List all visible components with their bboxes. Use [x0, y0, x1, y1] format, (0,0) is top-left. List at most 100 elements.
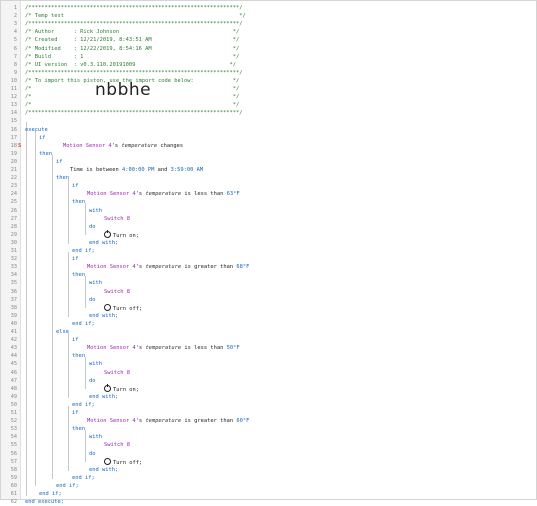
then-line[interactable]: then: [72, 352, 85, 360]
end-with-line[interactable]: end with;: [89, 466, 118, 474]
do-line[interactable]: do: [89, 450, 96, 458]
do-line[interactable]: do: [89, 296, 96, 304]
code-row: 30 end with;: [1, 239, 536, 247]
code-row: 51 if: [1, 409, 536, 417]
code-row: 27 Switch 8: [1, 215, 536, 223]
time-and: and: [157, 167, 168, 173]
if-line[interactable]: if: [39, 134, 46, 142]
line-number: 42: [10, 337, 17, 344]
condition-line[interactable]: Motion Sensor 4's temperature is greater…: [87, 263, 249, 271]
condition-operator: is greater than: [184, 418, 234, 425]
line-number: 4: [13, 29, 17, 36]
code-row: 7 /* Build : 1 */: [1, 53, 536, 61]
header-border-line: /***************************************…: [25, 4, 242, 12]
with-line[interactable]: with: [89, 207, 102, 215]
with-line[interactable]: with: [89, 279, 102, 287]
power-icon: [104, 230, 111, 238]
with-line[interactable]: with: [89, 433, 102, 441]
code-row: 35 with: [1, 279, 536, 287]
header-border: /***************************************…: [25, 69, 243, 76]
then-line[interactable]: then: [72, 425, 85, 433]
line-number: 58: [10, 466, 17, 473]
device-line[interactable]: Switch 8: [104, 369, 130, 377]
with-line[interactable]: with: [89, 360, 102, 368]
with-keyword: with: [89, 280, 102, 287]
trigger-device: Motion Sensor 4: [63, 142, 112, 149]
line-number: 26: [10, 207, 17, 214]
end-with-keyword: end with;: [89, 466, 119, 473]
condition-line[interactable]: Motion Sensor 4's temperature is less th…: [87, 344, 240, 352]
if-line[interactable]: if: [56, 158, 63, 166]
header-title-line: /* Temp test */: [25, 12, 246, 20]
if-line[interactable]: if: [72, 182, 79, 190]
code-row: 15: [1, 117, 536, 125]
code-row: 31 end if;: [1, 247, 536, 255]
line-number: 35: [10, 280, 17, 287]
do-line[interactable]: do: [89, 223, 96, 231]
code-row: 12/* */: [1, 93, 536, 101]
if-line[interactable]: if: [72, 255, 79, 263]
time-condition-line[interactable]: Time is between 4:00:00 PM and 3:59:00 A…: [70, 166, 203, 174]
do-keyword: do: [89, 377, 96, 384]
condition-attribute: temperature: [145, 418, 182, 425]
code-row: 50 end if;: [1, 401, 536, 409]
condition-line[interactable]: Motion Sensor 4's temperature is greater…: [87, 417, 249, 425]
end-if-line[interactable]: end if;: [56, 482, 79, 490]
line-number: 19: [10, 150, 17, 157]
line-number: 54: [10, 434, 17, 441]
device-line[interactable]: Switch 8: [104, 288, 130, 296]
power-icon: [104, 384, 111, 392]
line-number: 25: [10, 199, 17, 206]
with-keyword: with: [89, 434, 102, 441]
then-line[interactable]: then: [56, 174, 69, 182]
do-line[interactable]: do: [89, 377, 96, 385]
header-build: /* Build : 1 */: [25, 53, 240, 60]
code-row: 1 /**************************************…: [1, 4, 536, 12]
end-with-line[interactable]: end with;: [89, 312, 118, 320]
line-number: 47: [10, 377, 17, 384]
trigger-operator: changes: [160, 142, 184, 149]
code-row: 6 /* Modified : 12/22/2019, 8:54:16 AM */: [1, 45, 536, 53]
end-if-line[interactable]: end if;: [72, 320, 95, 328]
end-if-line[interactable]: end if;: [39, 490, 62, 498]
execute-line[interactable]: execute: [25, 126, 48, 134]
code-row: 42 if: [1, 336, 536, 344]
if-line[interactable]: if: [72, 336, 79, 344]
end-with-line[interactable]: end with;: [89, 239, 118, 247]
import-code[interactable]: nbbhe: [95, 80, 151, 100]
action-command: Turn off;: [113, 305, 143, 312]
switch-device: Switch 8: [104, 369, 130, 376]
line-number: 10: [10, 77, 17, 84]
code-row: 5 /* Created : 12/21/2019, 8:43:51 AM */: [1, 36, 536, 44]
line-number: 38: [10, 304, 17, 311]
end-if-line[interactable]: end if;: [72, 401, 95, 409]
device-line[interactable]: Switch 8: [104, 215, 130, 223]
then-line[interactable]: then: [72, 198, 85, 206]
switch-device: Switch 8: [104, 442, 130, 449]
device-line[interactable]: Switch 8: [104, 441, 130, 449]
condition-line[interactable]: Motion Sensor 4's temperature is less th…: [87, 190, 240, 198]
end-execute-line[interactable]: end execute;: [25, 498, 64, 506]
if-line[interactable]: if: [72, 409, 79, 417]
line-number: 20: [10, 158, 17, 165]
line-number: 60: [10, 482, 17, 489]
trigger-line[interactable]: Motion Sensor 4's temperature changes: [63, 142, 183, 150]
end-with-line[interactable]: end with;: [89, 393, 118, 401]
then-line[interactable]: then: [72, 271, 85, 279]
then-line[interactable]: then: [39, 150, 52, 158]
code-row: 29 Turn on;: [1, 230, 536, 239]
end-if-line[interactable]: end if;: [72, 474, 95, 482]
else-line[interactable]: else: [56, 328, 69, 336]
if-keyword: if: [72, 256, 79, 263]
trigger-attribute: temperature: [121, 142, 158, 149]
condition-device: Motion Sensor 4: [87, 418, 136, 425]
line-number: 11: [10, 86, 17, 92]
end-if-line[interactable]: end if;: [72, 247, 95, 255]
line-number: 12: [10, 94, 17, 101]
code-row: 13 /* */: [1, 101, 536, 109]
condition-attribute: temperature: [145, 345, 182, 352]
if-keyword: if: [72, 183, 79, 190]
condition-value: 68°F: [236, 264, 250, 271]
line-number: 18: [10, 142, 17, 149]
end-if-keyword: end if;: [72, 474, 95, 481]
